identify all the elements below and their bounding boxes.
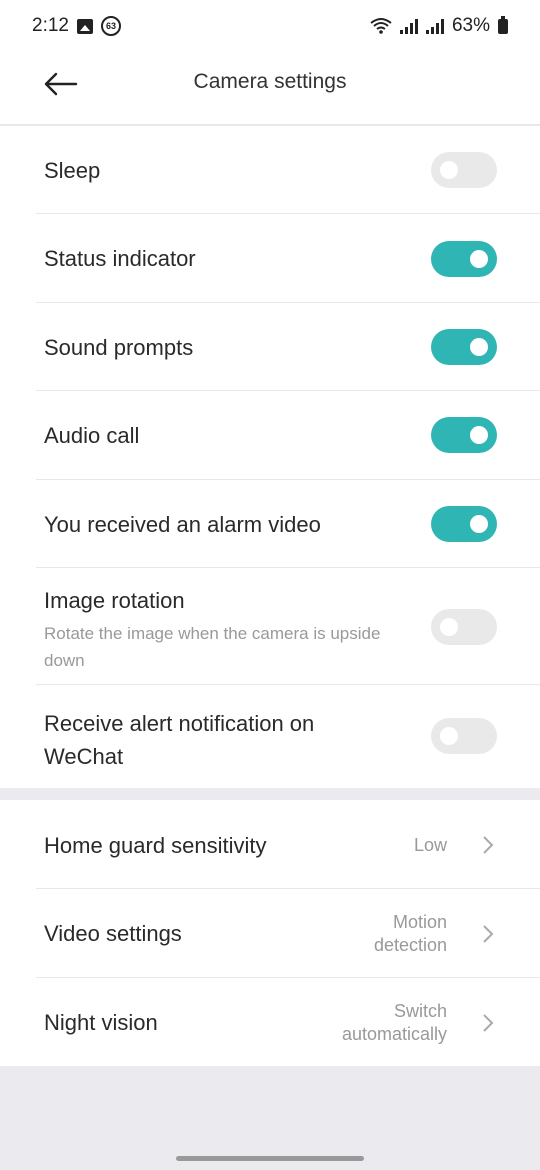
- setting-row-sleep: Sleep: [0, 126, 540, 214]
- setting-title: Night vision: [44, 1010, 158, 1035]
- setting-value: Motion detection: [374, 911, 447, 957]
- setting-title: Sleep: [44, 158, 101, 183]
- sound-prompts-toggle[interactable]: [431, 329, 497, 365]
- chevron-right-icon: [483, 1014, 494, 1032]
- setting-value-line: Switch: [393, 1001, 447, 1021]
- setting-title: Status indicator: [44, 246, 196, 271]
- status-right: 63%: [370, 15, 508, 37]
- setting-row-image-rotation: Image rotation Rotate the image when the…: [0, 568, 540, 685]
- home-indicator[interactable]: [176, 1156, 364, 1161]
- status-bar: 2:12 63 63%: [0, 0, 540, 52]
- setting-title: Audio call: [44, 423, 140, 448]
- nav-row-night-vision[interactable]: Night vision Switch automatically: [0, 978, 540, 1066]
- battery-percent: 63%: [451, 15, 490, 36]
- setting-title: Video settings: [44, 921, 182, 946]
- battery-icon: [498, 15, 508, 34]
- setting-title: You received an alarm video: [44, 512, 321, 537]
- app-header: Camera settings: [0, 52, 540, 125]
- setting-value: Switch automatically: [342, 1000, 447, 1046]
- wechat-alert-toggle[interactable]: [431, 718, 497, 754]
- chevron-right-icon: [483, 925, 494, 943]
- setting-row-sound-prompts: Sound prompts: [0, 303, 540, 391]
- setting-value-line: detection: [373, 935, 447, 955]
- gallery-icon: [76, 18, 93, 34]
- wifi-icon: [370, 18, 392, 34]
- status-time: 2:12: [32, 15, 69, 36]
- chevron-right-icon: [483, 836, 494, 854]
- setting-row-status-indicator: Status indicator: [0, 214, 540, 303]
- setting-value-line: automatically: [341, 1024, 447, 1044]
- setting-title: Home guard sensitivity: [44, 833, 267, 858]
- audio-call-toggle[interactable]: [431, 417, 497, 453]
- status-indicator-toggle[interactable]: [431, 241, 497, 277]
- setting-value: Low: [413, 835, 447, 855]
- nav-row-home-guard-sensitivity[interactable]: Home guard sensitivity Low: [0, 800, 540, 889]
- setting-title: Image rotation: [44, 588, 185, 613]
- status-left: 2:12 63: [32, 15, 121, 37]
- nav-row-video-settings[interactable]: Video settings Motion detection: [0, 889, 540, 978]
- navigation-settings-group: Home guard sensitivity Low Video setting…: [0, 800, 540, 1066]
- signal-icon-1: [399, 18, 418, 34]
- setting-subtitle: Rotate the image when the camera is upsi…: [44, 624, 381, 670]
- alarm-video-toggle[interactable]: [431, 506, 497, 542]
- setting-row-wechat-alert: Receive alert notification on WeChat: [0, 685, 540, 788]
- setting-title: Sound prompts: [44, 335, 194, 360]
- setting-row-alarm-video: You received an alarm video: [0, 480, 540, 568]
- setting-row-audio-call: Audio call: [0, 391, 540, 480]
- signal-icon-2: [425, 18, 444, 34]
- notification-badge-icon: 63: [100, 16, 121, 36]
- image-rotation-toggle[interactable]: [431, 609, 497, 645]
- toggle-settings-group: Sleep Status indicator Sound prompts Aud…: [0, 126, 540, 788]
- setting-value-line: Motion: [392, 912, 447, 932]
- page-title: Camera settings: [193, 70, 347, 93]
- setting-title: Receive alert notification on WeChat: [44, 711, 315, 769]
- sleep-toggle[interactable]: [431, 152, 497, 188]
